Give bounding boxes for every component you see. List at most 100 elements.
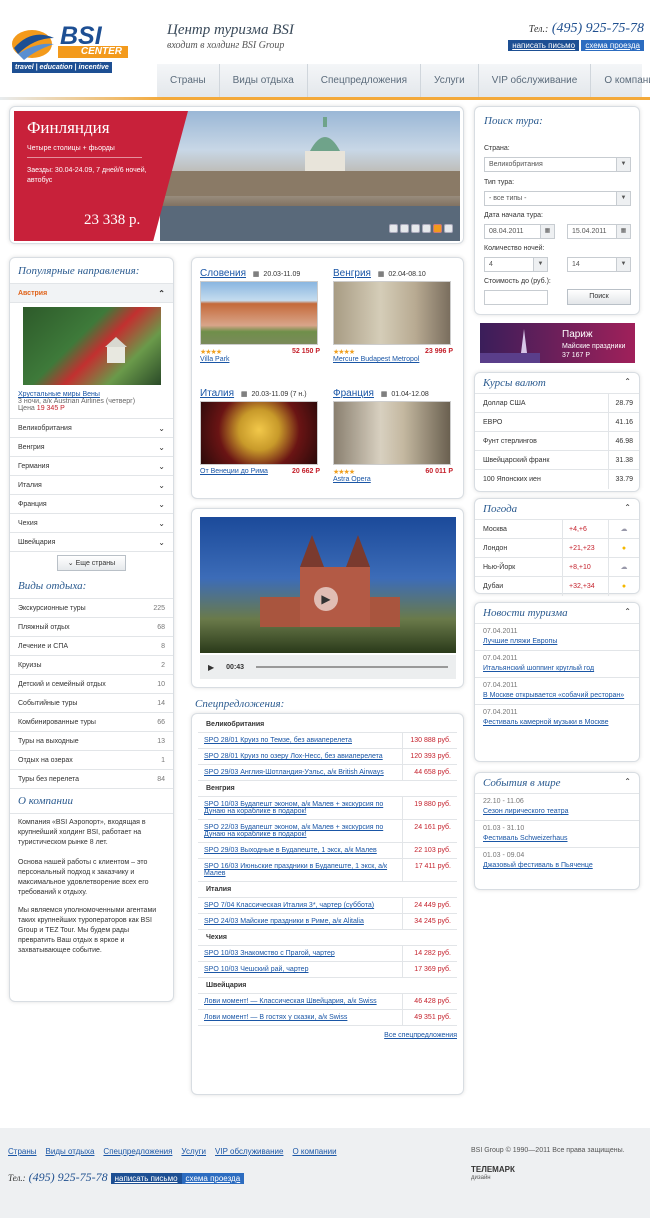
kind-item[interactable]: Туры на выходные 13 [10,731,173,750]
dest-hotel-link[interactable]: Astra Opera [333,476,453,483]
kind-item[interactable]: Отдых на озерах 1 [10,750,173,769]
event-link[interactable]: Фестиваль Schweizerhaus [483,834,631,844]
footer-nav-vacation-types[interactable]: Виды отдыха [46,1147,95,1156]
special-row[interactable]: SPO 24/03 Майские праздники в Риме, а/к … [198,914,457,930]
popular-item-france[interactable]: Франция ⌄ [10,494,173,513]
footer-nav-services[interactable]: Услуги [181,1147,206,1156]
chevron-up-icon[interactable]: ⌃ [624,607,631,619]
dest-country-link[interactable]: Венгрия [333,268,371,279]
kind-item[interactable]: Комбинированные туры 66 [10,712,173,731]
nights-to-select[interactable]: 14 ▼ [567,257,631,272]
type-select[interactable]: - все типы - ▼ [484,191,631,206]
studio-logo[interactable]: ТЕЛЕМАРК [471,1165,515,1174]
calendar-icon[interactable]: ▦ [540,225,554,238]
kind-item[interactable]: Пляжный отдых 68 [10,617,173,636]
play-icon[interactable]: ▶ [208,663,214,672]
dest-image[interactable] [333,281,451,345]
dest-hotel-link[interactable]: Mercure Budapest Metropol [333,356,453,363]
date-to-input[interactable]: 15.04.2011 ▦ [567,224,631,239]
special-row[interactable]: SPO 10/03 Знакомство с Прагой, чартер 14 … [198,946,457,962]
all-special-offers-link[interactable]: Все спецпредложения [384,1032,457,1039]
dest-image[interactable] [200,281,318,345]
special-row[interactable]: SPO 29/03 Англия-Шотландия-Уэльс, а/к Br… [198,765,457,781]
more-countries-button[interactable]: ⌄ Еще страны [56,555,127,571]
dest-hotel-link[interactable]: От Венеции до Рима [200,468,268,475]
dest-image[interactable] [333,401,451,465]
news-link[interactable]: Фестиваль камерной музыки в Москве [483,718,631,728]
calendar-icon[interactable]: ▦ [616,225,630,238]
popular-item-italy[interactable]: Италия ⌄ [10,475,173,494]
kind-item[interactable]: Детский и семейный отдых 10 [10,674,173,693]
footer-nav-countries[interactable]: Страны [8,1147,37,1156]
nav-special-offers[interactable]: Спецпредложения [308,64,422,98]
popular-item-switzerland[interactable]: Швейцария ⌄ [10,532,173,551]
news-link[interactable]: Итальянский шоппинг круглый год [483,664,631,674]
nav-countries[interactable]: Страны [157,64,220,98]
chevron-up-icon[interactable]: ⌃ [624,503,631,515]
kind-item[interactable]: Туры без перелета 84 [10,769,173,788]
header-phone: Тел.: (495) 925-75-78 [528,21,644,36]
slide-dot[interactable] [444,224,453,233]
popular-item-germany[interactable]: Германия ⌄ [10,456,173,475]
slide-dot[interactable] [422,224,431,233]
kind-item[interactable]: Круизы 2 [10,655,173,674]
footer-map-button[interactable]: схема проезда [181,1173,245,1184]
footer-nav-special-offers[interactable]: Спецпредложения [103,1147,172,1156]
special-row[interactable]: SPO 28/01 Круиз по Темзе, без авиапереле… [198,733,457,749]
footer-nav-about[interactable]: О компании [292,1147,336,1156]
footer-write-letter-button[interactable]: написать письмо [110,1173,182,1184]
video-frame[interactable]: ▶ [200,517,456,653]
popular-item-uk[interactable]: Великобритания ⌄ [10,418,173,437]
nav-vacation-types[interactable]: Виды отдыха [220,64,308,98]
dest-country-link[interactable]: Франция [333,388,374,399]
popular-item-czech[interactable]: Чехия ⌄ [10,513,173,532]
slide-dot[interactable] [411,224,420,233]
studio-sub: дизайн [471,1175,491,1181]
video-progress[interactable] [256,666,448,668]
event-link[interactable]: Сезон лирического театра [483,807,631,817]
dest-hotel-link[interactable]: Villa Park [200,356,320,363]
slide-dot-active[interactable] [433,224,442,233]
kind-item[interactable]: Событийные туры 14 [10,693,173,712]
news-link[interactable]: В Москве открывается «собачий ресторан» [483,691,631,701]
kind-item[interactable]: Экскурсионные туры 225 [10,598,173,617]
austria-tour-link[interactable]: Хрустальные миры Вены [18,391,165,398]
nav-services[interactable]: Услуги [421,64,479,98]
news-item: 07.04.2011 Итальянский шоппинг круглый го… [475,651,639,678]
chevron-up-icon[interactable]: ⌃ [624,377,631,389]
news-link[interactable]: Лучшие пляжи Европы [483,637,631,647]
popular-item-austria[interactable]: Австрия ⌃ [10,283,173,302]
slide-dot[interactable] [400,224,409,233]
slide-dot[interactable] [389,224,398,233]
date-from-input[interactable]: 08.04.2011 ▦ [484,224,555,239]
special-row[interactable]: Лови момент! — Классическая Швейцария, а… [198,994,457,1010]
nav-vip[interactable]: VIP обслуживание [479,64,592,98]
chevron-up-icon[interactable]: ⌃ [624,777,631,789]
special-row[interactable]: SPO 10/03 Будапешт эконом, а/к Малев + э… [198,797,457,820]
dest-country-link[interactable]: Италия [200,388,234,399]
kind-item[interactable]: Лечение и СПА 8 [10,636,173,655]
country-select[interactable]: Великобритания ▼ [484,157,631,172]
nav-about[interactable]: О компании [591,64,650,98]
special-row[interactable]: SPO 16/03 Июньские праздники в Будапеште… [198,859,457,882]
popular-item-hungary[interactable]: Венгрия ⌄ [10,437,173,456]
special-row[interactable]: SPO 22/03 Будапешт эконом, а/к Малев + э… [198,820,457,843]
nights-from-select[interactable]: 4 ▼ [484,257,548,272]
special-row[interactable]: SPO 28/01 Круиз по озеру Лох-Несс, без а… [198,749,457,765]
write-letter-button[interactable]: написать письмо [508,40,580,51]
cost-input[interactable] [484,290,548,305]
map-button[interactable]: схема проезда [581,40,644,51]
dest-country-link[interactable]: Словения [200,268,246,279]
special-row[interactable]: SPO 7/04 Классическая Италия 3*, чартер … [198,898,457,914]
footer-nav-vip[interactable]: VIP обслуживание [215,1147,283,1156]
news-widget: Новости туризма ⌃ 07.04.2011 Лучшие пляжи … [474,602,640,762]
dest-image[interactable] [200,401,318,465]
special-row[interactable]: Лови момент! — В гостях у сказки, а/к Sw… [198,1010,457,1026]
special-row[interactable]: SPO 10/03 Чешский рай, чартер 17 369 руб. [198,962,457,978]
event-link[interactable]: Джазовый фестиваль в Пьяченце [483,861,631,871]
search-button[interactable]: Поиск [567,289,631,305]
promo-paris[interactable]: Париж Майские праздники 37 167 Р [480,323,635,363]
play-overlay-icon[interactable]: ▶ [314,587,338,611]
special-row[interactable]: SPO 29/03 Выходные в Будапеште, 1 экск, … [198,843,457,859]
logo[interactable]: BSI CENTER travel | education | incentiv… [10,22,128,76]
